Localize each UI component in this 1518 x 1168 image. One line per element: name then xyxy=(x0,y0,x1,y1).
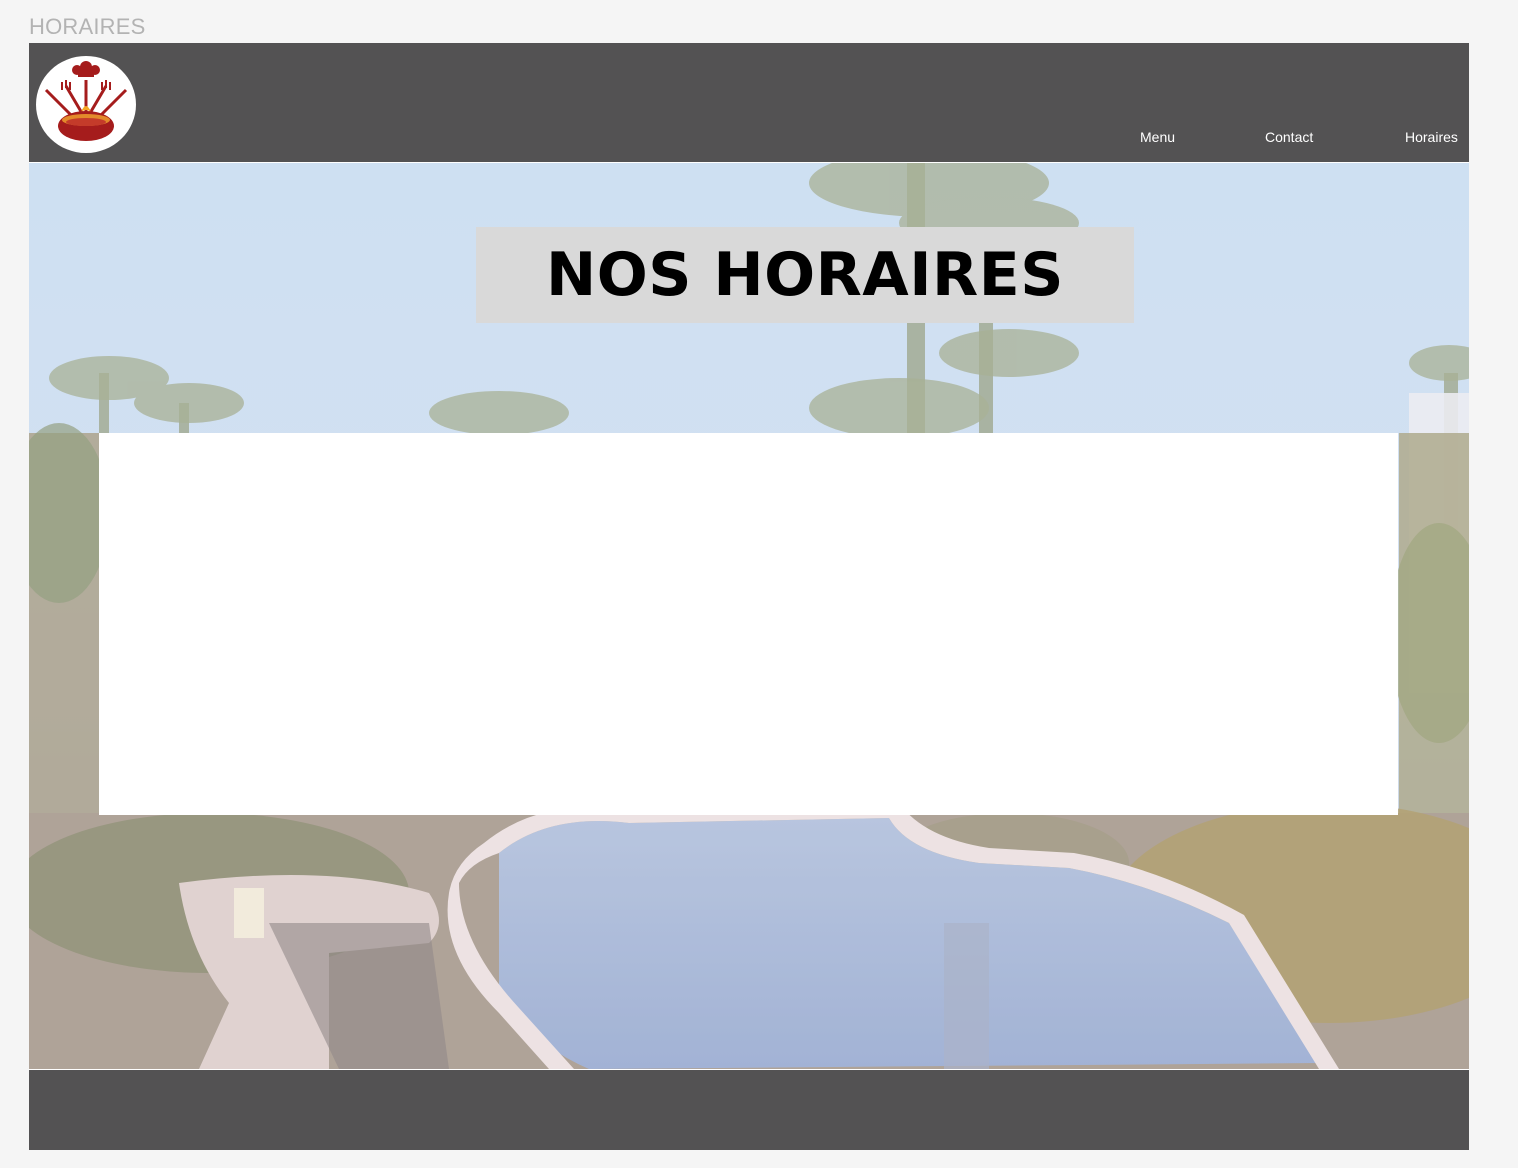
nav-link-menu[interactable]: Menu xyxy=(1140,129,1175,145)
page-title-box: NOS HORAIRES xyxy=(476,227,1134,323)
nav-link-horaires[interactable]: Horaires xyxy=(1405,129,1458,145)
nav-link-contact[interactable]: Contact xyxy=(1265,129,1313,145)
schedule-content-panel xyxy=(99,433,1398,815)
site-footer xyxy=(29,1070,1469,1150)
chef-restaurant-logo-icon[interactable] xyxy=(36,56,136,153)
site-header: Menu Contact Horaires xyxy=(29,43,1469,162)
hero-section: NOS HORAIRES xyxy=(29,163,1469,1069)
frame-label: HORAIRES xyxy=(29,14,146,39)
page-frame: Menu Contact Horaires NOS HORAIRES xyxy=(29,43,1469,1150)
page-title: NOS HORAIRES xyxy=(546,240,1064,310)
